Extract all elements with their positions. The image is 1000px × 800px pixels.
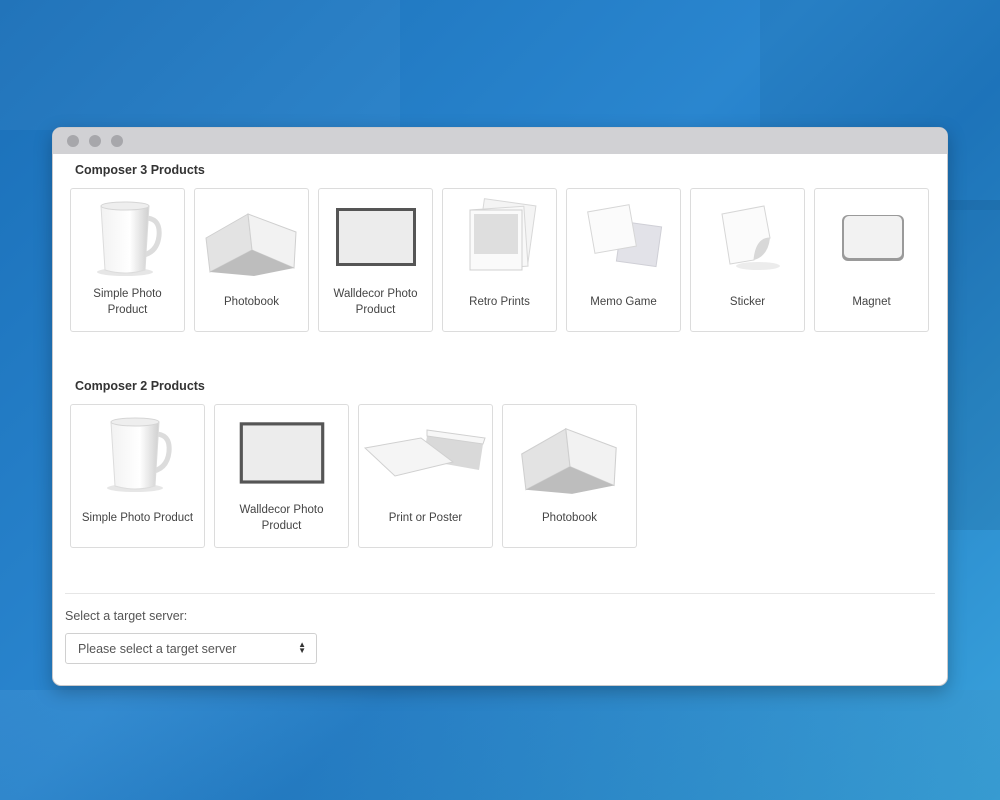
photobook-icon	[195, 195, 308, 281]
product-label: Simple Photo Product	[81, 512, 194, 524]
product-card-photobook[interactable]: Photobook	[194, 188, 309, 332]
product-label: Retro Prints	[469, 296, 530, 308]
sticker-icon	[691, 195, 804, 281]
product-label: Memo Game	[590, 296, 657, 308]
product-card-walldecor[interactable]: Walldecor Photo Product	[318, 188, 433, 332]
product-label: Sticker	[729, 296, 766, 308]
product-card-sticker[interactable]: Sticker	[690, 188, 805, 332]
product-card-print-or-poster[interactable]: Print or Poster	[358, 404, 493, 548]
window-maximize-button[interactable]	[111, 135, 123, 147]
window-minimize-button[interactable]	[89, 135, 101, 147]
product-label: Magnet	[852, 296, 891, 308]
app-window: Composer 3 Products Simple Photo Product	[52, 127, 948, 686]
product-label: Walldecor Photo Product	[239, 504, 324, 532]
product-card-walldecor[interactable]: Walldecor Photo Product	[214, 404, 349, 548]
product-card-simple-photo[interactable]: Simple Photo Product	[70, 188, 185, 332]
target-server-label: Select a target server:	[65, 609, 188, 623]
target-server-select[interactable]: Please select a target server ▲ ▼	[65, 633, 317, 664]
product-card-simple-photo[interactable]: Simple Photo Product	[70, 404, 205, 548]
memo-game-icon	[567, 195, 680, 281]
product-card-memo-game[interactable]: Memo Game	[566, 188, 681, 332]
target-server-select-value: Please select a target server	[78, 641, 237, 656]
product-label: Photobook	[224, 296, 279, 308]
product-label: Walldecor Photo Product	[333, 288, 418, 316]
retro-prints-icon	[443, 195, 556, 281]
select-arrows-icon: ▲ ▼	[298, 640, 306, 655]
divider	[65, 593, 935, 594]
magnet-icon	[815, 195, 928, 281]
photobook-icon	[503, 411, 636, 497]
product-label: Photobook	[542, 512, 597, 524]
product-card-photobook[interactable]: Photobook	[502, 404, 637, 548]
frame-icon	[319, 195, 432, 281]
section-title-composer-3: Composer 3 Products	[75, 163, 205, 177]
composer-3-product-row: Simple Photo Product Photobook Walldecor…	[70, 188, 938, 332]
frame-icon	[215, 411, 348, 497]
product-card-retro-prints[interactable]: Retro Prints	[442, 188, 557, 332]
window-close-button[interactable]	[67, 135, 79, 147]
product-card-magnet[interactable]: Magnet	[814, 188, 929, 332]
print-stack-icon	[359, 411, 492, 497]
mug-icon	[71, 411, 204, 497]
background-shape	[0, 0, 400, 130]
mug-icon	[71, 195, 184, 281]
product-label: Print or Poster	[388, 512, 463, 524]
background-shape	[945, 200, 1000, 530]
section-title-composer-2: Composer 2 Products	[75, 379, 205, 393]
composer-2-product-row: Simple Photo Product Walldecor Photo Pro…	[70, 404, 646, 548]
product-label: Simple Photo Product	[93, 288, 162, 316]
background-shape	[0, 690, 1000, 800]
window-titlebar	[53, 128, 947, 154]
